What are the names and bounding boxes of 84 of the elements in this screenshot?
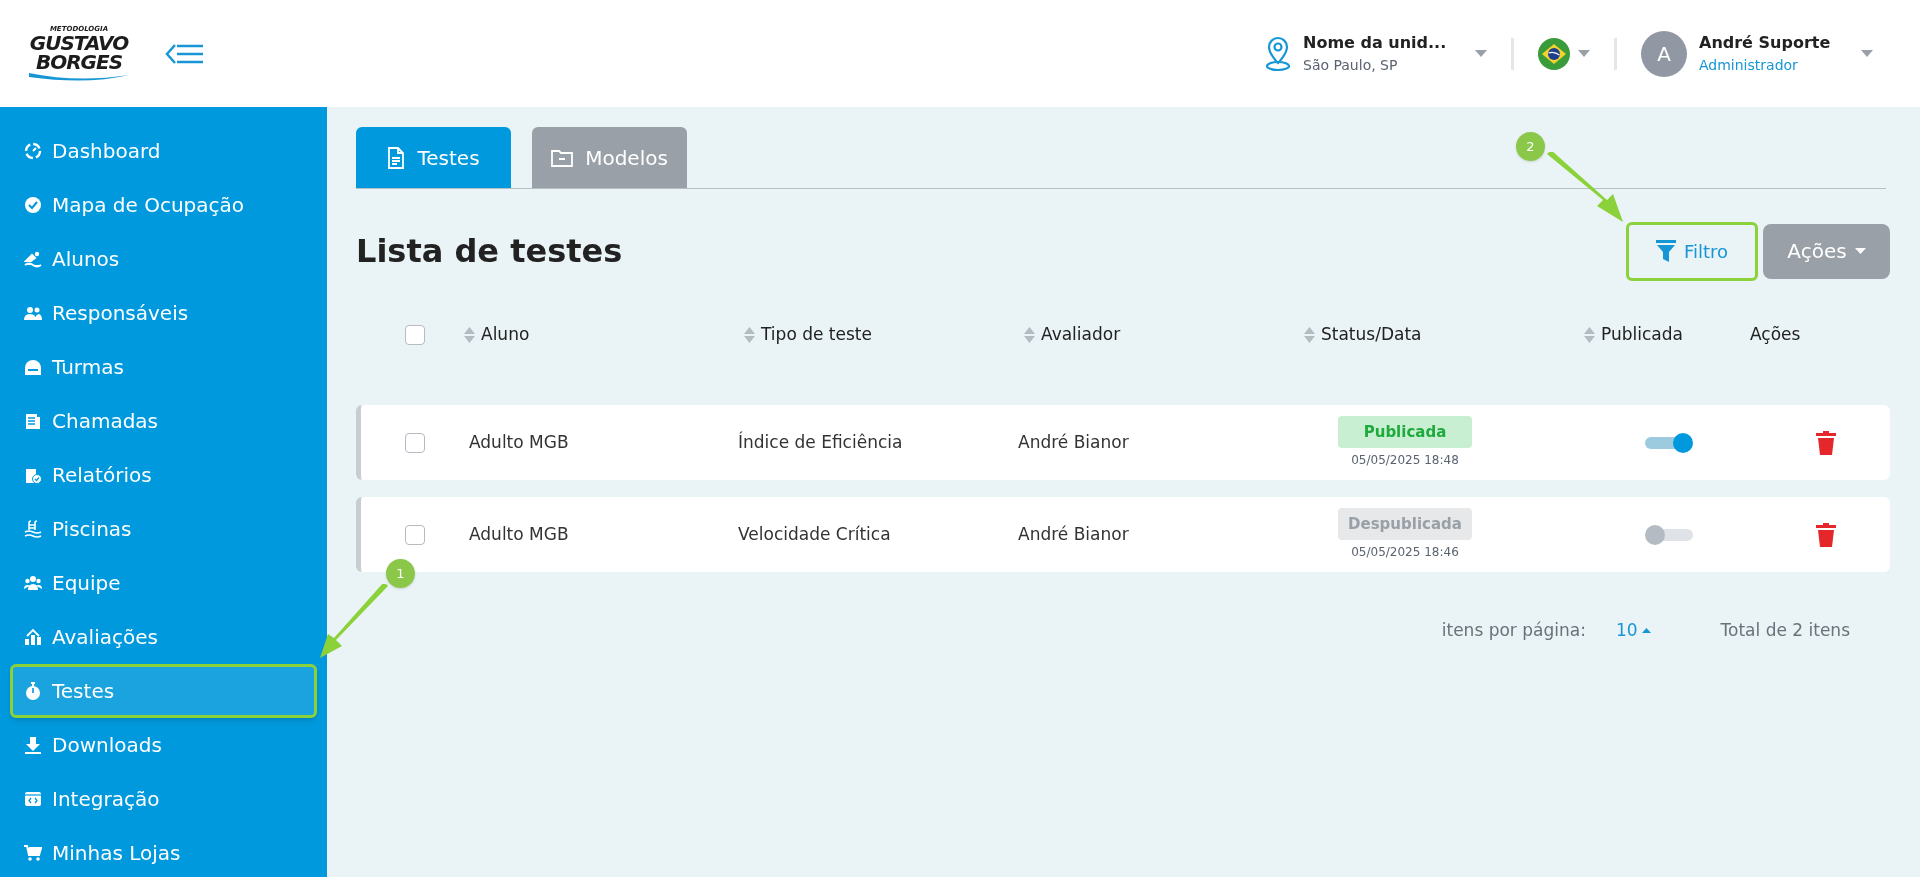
cart-icon	[24, 844, 42, 862]
cap-icon	[24, 358, 42, 376]
sidebar-item[interactable]: Minhas Lojas	[10, 826, 317, 877]
trash-icon[interactable]	[1815, 430, 1837, 455]
sort-icon[interactable]	[744, 326, 755, 344]
unit-location: São Paulo, SP	[1303, 56, 1399, 75]
page-title: Lista de testes	[356, 231, 624, 272]
checkbox[interactable]	[405, 524, 425, 545]
caret-icon	[1861, 50, 1873, 57]
actions-button[interactable]: Ações	[1763, 223, 1890, 279]
table-cell-text: Adulto MGB	[469, 522, 569, 546]
flag-icon	[1538, 37, 1570, 70]
stopwatch-icon	[24, 682, 42, 700]
checkbox[interactable]	[405, 432, 425, 453]
swimmer-icon	[24, 250, 42, 268]
column-header: Status/Data	[1321, 323, 1422, 347]
table-cell-text: André Bianor	[1018, 522, 1129, 546]
sidebar-item[interactable]: Testes	[10, 664, 317, 718]
sidebar-item[interactable]: Turmas	[10, 340, 317, 394]
table-cell-text: André Bianor	[1018, 430, 1129, 454]
tab[interactable]: Testes	[356, 127, 511, 188]
status-badge: Despublicada	[1338, 508, 1472, 540]
location-pin-icon	[1265, 35, 1291, 72]
menu-collapse-icon[interactable]	[165, 42, 205, 65]
column-header: Ações	[1749, 323, 1801, 347]
user-avatar: A	[1641, 30, 1687, 77]
date-text: 05/05/2025 18:46	[1351, 544, 1459, 561]
gauge-icon	[24, 142, 42, 160]
clipboard-check-icon	[24, 466, 42, 484]
unit-name: Nome da unid...	[1303, 32, 1448, 54]
date-text: 05/05/2025 18:48	[1351, 452, 1459, 469]
caret-icon	[1578, 50, 1590, 57]
user-role: Administrador	[1699, 56, 1799, 75]
folder-icon	[551, 148, 574, 167]
document-icon	[24, 412, 42, 430]
annotation-marker: 2	[1516, 132, 1545, 161]
sort-icon[interactable]	[1024, 326, 1035, 344]
caret-up-icon	[1641, 628, 1651, 634]
download-icon	[24, 736, 42, 754]
status-badge: Publicada	[1338, 416, 1472, 448]
sidebar-item[interactable]: Responsáveis	[10, 286, 317, 340]
column-header: Tipo de teste	[761, 323, 872, 347]
user-name: André Suporte	[1699, 32, 1832, 54]
sidebar-item[interactable]: Relatórios	[10, 448, 317, 502]
sidebar-item[interactable]: Avaliações	[10, 610, 317, 664]
chart-arrow-icon	[24, 628, 42, 646]
column-header: Aluno	[481, 323, 530, 347]
caret-icon	[1475, 50, 1487, 57]
sidebar-item[interactable]: Downloads	[10, 718, 317, 772]
sidebar-item[interactable]: Chamadas	[10, 394, 317, 448]
sidebar-item[interactable]: Piscinas	[10, 502, 317, 556]
column-header: Publicada	[1601, 323, 1683, 347]
toggle-switch[interactable]	[1645, 524, 1693, 545]
per-page-selector[interactable]: 10	[1615, 618, 1651, 644]
caret-icon	[1854, 248, 1866, 254]
per-page-label: itens por página:	[1441, 619, 1586, 642]
sort-icon[interactable]	[464, 326, 475, 344]
sort-icon[interactable]	[1584, 326, 1595, 344]
document-icon	[387, 146, 406, 169]
trash-icon[interactable]	[1815, 522, 1837, 547]
unit-selector[interactable]: Nome da unid... São Paulo, SP	[1265, 31, 1487, 76]
table-cell-text: Índice de Eficiência	[738, 430, 903, 454]
checkbox[interactable]	[405, 325, 425, 345]
pool-icon	[24, 520, 42, 538]
filter-button[interactable]: Filtro	[1626, 221, 1758, 281]
column-header: Avaliador	[1041, 323, 1121, 347]
total-items: Total de 2 itens	[1720, 619, 1850, 642]
sidebar-item[interactable]: Equipe	[10, 556, 317, 610]
sidebar-item[interactable]: Mapa de Ocupação	[10, 178, 317, 232]
group-icon	[24, 574, 42, 592]
sidebar-item[interactable]: Integração	[10, 772, 317, 826]
user-menu[interactable]: A André Suporte Administrador	[1641, 30, 1873, 77]
table-cell-text: Adulto MGB	[469, 430, 569, 454]
sort-icon[interactable]	[1304, 326, 1315, 344]
tab[interactable]: Modelos	[532, 127, 687, 188]
code-window-icon	[24, 790, 42, 808]
filter-icon	[1655, 240, 1676, 262]
check-circle-icon	[24, 196, 42, 214]
people-icon	[24, 304, 42, 322]
sidebar-item[interactable]: Alunos	[10, 232, 317, 286]
language-selector[interactable]	[1538, 37, 1590, 70]
table-cell-text: Velocidade Crítica	[738, 522, 891, 546]
sidebar-item[interactable]: Dashboard	[10, 124, 317, 178]
toggle-switch[interactable]	[1645, 432, 1693, 453]
